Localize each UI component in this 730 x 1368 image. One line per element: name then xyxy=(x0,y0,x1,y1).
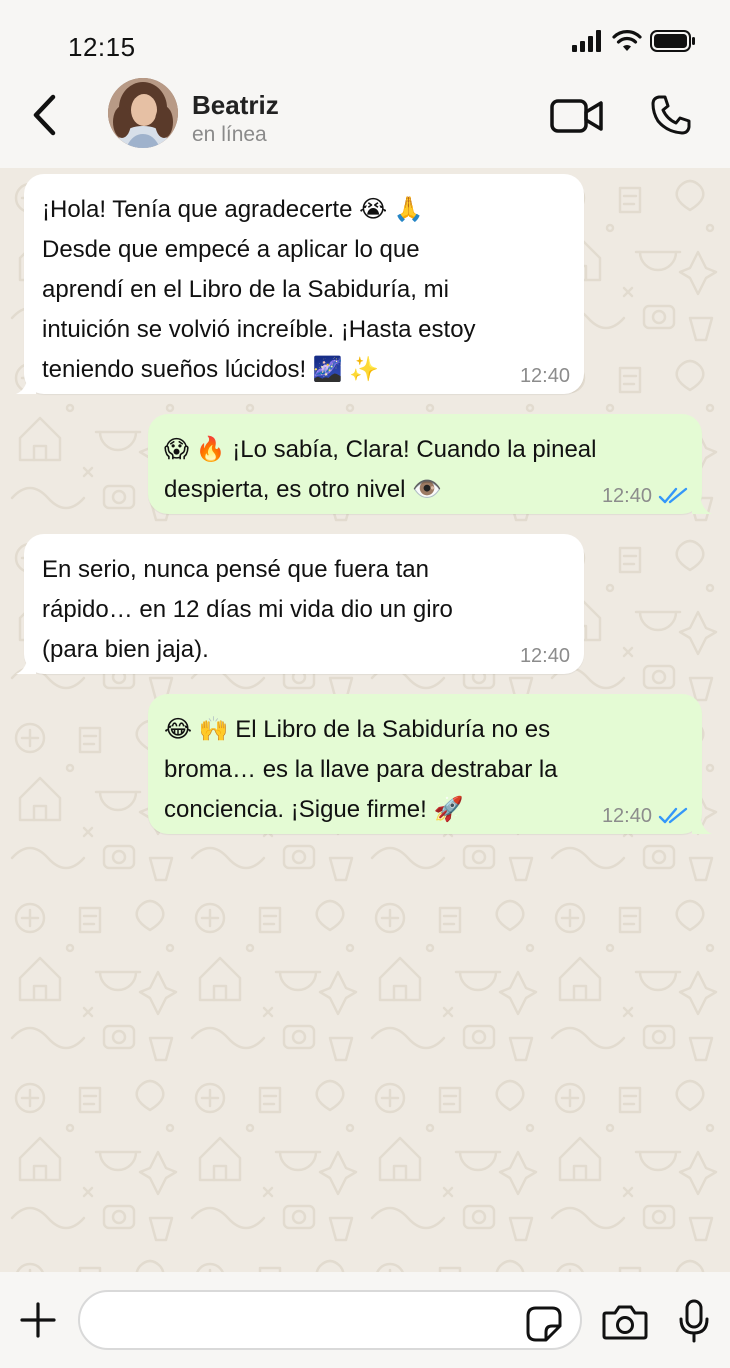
message-incoming[interactable]: ¡Hola! Tenía que agradecerte 😭 🙏 Desde q… xyxy=(16,174,584,394)
battery-icon xyxy=(650,30,695,52)
voice-call-button[interactable] xyxy=(644,88,698,142)
sticker-button[interactable] xyxy=(524,1304,564,1344)
chat-area[interactable]: ¡Hola! Tenía que agradecerte 😭 🙏 Desde q… xyxy=(0,168,730,1272)
message-meta: 12:40 xyxy=(520,644,570,668)
status-bar-icons xyxy=(572,30,696,52)
message-meta: 12:40 xyxy=(520,364,570,388)
chat-header: 12:15 Beatriz en línea xyxy=(0,0,730,168)
message-time: 12:40 xyxy=(601,485,652,507)
double-check-icon xyxy=(658,487,688,504)
message-outgoing[interactable]: 😂 🙌 El Libro de la Sabiduría no es broma… xyxy=(148,694,712,834)
video-camera-icon xyxy=(550,99,603,133)
message-input-bar xyxy=(0,1272,730,1368)
contact-avatar[interactable] xyxy=(108,78,178,148)
sticker-icon xyxy=(526,1306,562,1342)
signal-icon xyxy=(572,30,601,52)
message-text: En serio, nunca pensé que fuera tan rápi… xyxy=(42,556,453,663)
camera-icon xyxy=(602,1305,648,1340)
message-time: 12:40 xyxy=(601,805,652,827)
phone-icon xyxy=(651,95,691,135)
video-call-button[interactable] xyxy=(548,92,606,140)
bubble-tail xyxy=(16,656,36,674)
back-button[interactable] xyxy=(22,88,66,142)
message-time: 12:40 xyxy=(519,365,570,387)
chevron-left-icon xyxy=(33,94,56,136)
message-time: 12:40 xyxy=(519,645,570,667)
double-check-icon xyxy=(658,807,688,824)
bubble-tail xyxy=(16,376,36,394)
microphone-icon xyxy=(679,1299,709,1343)
message-incoming[interactable]: En serio, nunca pensé que fuera tan rápi… xyxy=(16,534,584,674)
microphone-button[interactable] xyxy=(672,1296,716,1346)
camera-button[interactable] xyxy=(600,1300,650,1344)
bubble-tail xyxy=(692,816,712,834)
plus-icon xyxy=(20,1302,56,1338)
message-meta: 12:40 xyxy=(602,804,688,828)
contact-status: en línea xyxy=(192,123,267,146)
message-outgoing[interactable]: 😱 🔥 ¡Lo sabía, Clara! Cuando la pineal d… xyxy=(148,414,712,514)
status-bar-time: 12:15 xyxy=(68,32,136,62)
message-input[interactable] xyxy=(78,1290,582,1350)
attach-button[interactable] xyxy=(16,1298,60,1342)
bubble-tail xyxy=(692,496,712,514)
wifi-icon xyxy=(612,30,642,51)
message-meta: 12:40 xyxy=(602,484,688,508)
avatar-photo xyxy=(108,78,178,148)
contact-name[interactable]: Beatriz xyxy=(192,90,279,121)
message-text: ¡Hola! Tenía que agradecerte 😭 🙏 Desde q… xyxy=(42,196,476,383)
